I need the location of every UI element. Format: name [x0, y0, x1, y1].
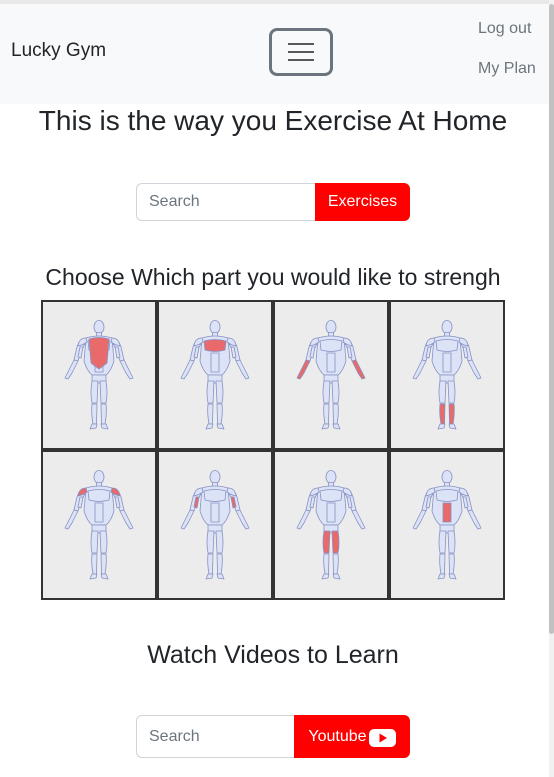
body-diagram-forearms [296, 320, 366, 430]
scrollbar-thumb[interactable] [549, 4, 554, 634]
youtube-button-label: Youtube [308, 727, 367, 745]
muscle-card-chest[interactable] [157, 300, 273, 450]
youtube-play-icon [368, 728, 396, 747]
videos-heading: Watch Videos to Learn [147, 641, 399, 669]
hamburger-icon-bar [288, 59, 314, 61]
muscle-card-quads[interactable] [273, 450, 389, 600]
logout-link[interactable]: Log out [478, 20, 531, 38]
muscle-grid [41, 300, 505, 600]
exercise-search-input[interactable] [136, 183, 315, 221]
body-diagram-calves [412, 320, 482, 430]
muscle-card-abs[interactable] [389, 450, 505, 600]
muscle-card-forearms[interactable] [273, 300, 389, 450]
hamburger-icon [288, 43, 314, 45]
muscle-card-triceps[interactable] [157, 450, 273, 600]
choose-heading: Choose Which part you would like to stre… [45, 264, 501, 290]
youtube-button[interactable]: Youtube [294, 715, 410, 758]
muscle-card-shoulders[interactable] [41, 450, 157, 600]
menu-toggle-button[interactable] [269, 28, 333, 76]
my-plan-link[interactable]: My Plan [478, 60, 536, 78]
body-diagram-abs [412, 470, 482, 580]
video-search-input[interactable] [136, 715, 294, 758]
body-diagram-quads [296, 470, 366, 580]
muscle-card-calves[interactable] [389, 300, 505, 450]
hamburger-icon-bar [288, 51, 314, 53]
body-diagram-back [64, 320, 134, 430]
body-diagram-shoulders [64, 470, 134, 580]
exercises-button[interactable]: Exercises [315, 183, 410, 221]
muscle-card-back[interactable] [41, 300, 157, 450]
exercise-search-group: Exercises [136, 183, 410, 221]
body-diagram-triceps [180, 470, 250, 580]
brand-link[interactable]: Lucky Gym [11, 40, 106, 62]
video-search-group: Youtube [136, 715, 410, 758]
page-title: This is the way you Exercise At Home [38, 105, 508, 136]
body-diagram-chest [180, 320, 250, 430]
navbar: Lucky Gym Log out My Plan [0, 4, 549, 104]
